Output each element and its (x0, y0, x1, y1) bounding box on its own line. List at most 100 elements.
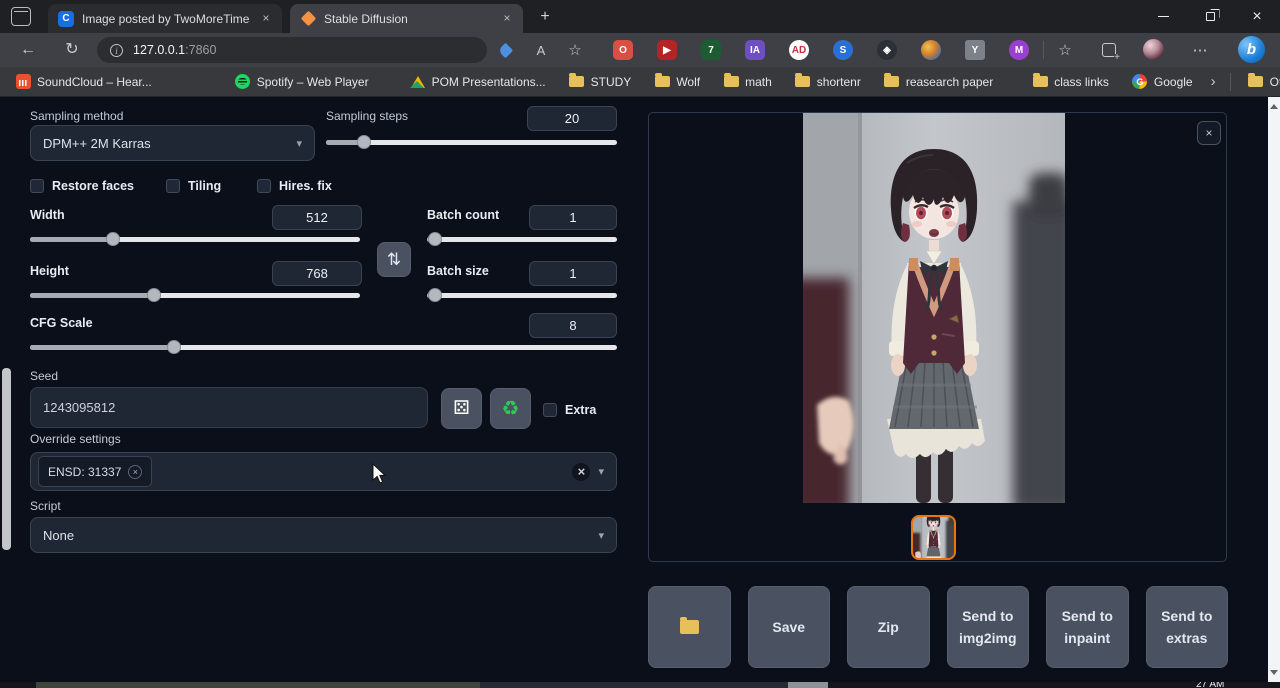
more-menu-icon[interactable]: ⋯ (1190, 40, 1210, 60)
sampling-method-select[interactable]: DPM++ 2M Karras ▾ (30, 125, 315, 161)
scroll-up-icon[interactable] (1268, 100, 1280, 113)
tab-image-posted[interactable]: C Image posted by TwoMoreTimes × (48, 4, 282, 33)
extension-icon-1[interactable]: O (613, 40, 633, 60)
minimize-icon (1158, 16, 1169, 17)
slider-thumb[interactable] (428, 288, 442, 302)
tab-actions-icon[interactable] (11, 7, 31, 26)
site-info-icon[interactable]: i (110, 44, 123, 57)
bing-icon[interactable]: b (1238, 36, 1265, 63)
chevron-down-icon: ▾ (296, 137, 302, 150)
zip-button[interactable]: Zip (847, 586, 930, 668)
close-window-button[interactable]: × (1234, 0, 1280, 33)
extension-icon-6[interactable]: S (833, 40, 853, 60)
send-to-extras-button[interactable]: Send to extras (1146, 586, 1229, 668)
clear-all-icon[interactable]: × (572, 463, 590, 481)
bookmark-research-paper[interactable]: reasearch paper (879, 72, 998, 92)
cfg-scale-slider[interactable] (30, 340, 617, 354)
seed-label: Seed (30, 369, 58, 383)
sampling-steps-slider[interactable] (326, 135, 617, 149)
restore-faces-checkbox[interactable] (30, 179, 44, 193)
slider-thumb[interactable] (147, 288, 161, 302)
batch-size-slider[interactable] (427, 288, 617, 302)
refresh-icon[interactable]: ↻ (61, 39, 83, 61)
slider-thumb[interactable] (357, 135, 371, 149)
gallery-thumbnail-selected[interactable] (911, 515, 956, 560)
send-to-inpaint-button[interactable]: Send to inpaint (1046, 586, 1129, 668)
slider-thumb[interactable] (106, 232, 120, 246)
hires-fix-checkbox[interactable] (257, 179, 271, 193)
minimize-button[interactable] (1140, 0, 1186, 33)
width-value[interactable]: 512 (272, 205, 362, 230)
tab-stable-diffusion[interactable]: Stable Diffusion × (290, 4, 523, 33)
page-scrollbar[interactable] (1268, 97, 1280, 682)
taskbar-sliver: 27 AM (0, 682, 1280, 688)
output-actions: Save Zip Send to img2img Send to inpaint… (648, 586, 1228, 668)
bookmark-spotify[interactable]: Spotify – Web Player (230, 72, 374, 92)
sampling-steps-value[interactable]: 20 (527, 106, 617, 131)
bookmark-pom[interactable]: POM Presentations... (405, 72, 551, 92)
scroll-down-icon[interactable] (1268, 666, 1280, 679)
extension-icon-9[interactable]: Y (965, 40, 985, 60)
extra-seed-checkbox[interactable] (543, 403, 557, 417)
open-folder-button[interactable] (648, 586, 731, 668)
extension-icon-2[interactable]: ▶ (657, 40, 677, 60)
extension-icon-7[interactable]: ◈ (877, 40, 897, 60)
batch-count-value[interactable]: 1 (529, 205, 617, 230)
close-image-button[interactable]: × (1197, 121, 1221, 145)
bookmarks-overflow-icon[interactable]: › (1211, 73, 1216, 90)
restore-button[interactable] (1187, 0, 1233, 33)
script-select[interactable]: None ▾ (30, 517, 617, 553)
slider-thumb[interactable] (167, 340, 181, 354)
favorites-star-icon[interactable]: ☆ (1055, 40, 1075, 60)
reuse-seed-button[interactable]: ♻ (490, 388, 531, 429)
favorite-add-icon[interactable]: ☆ (565, 40, 585, 60)
extension-icon-8[interactable] (921, 40, 941, 60)
tab-title: Image posted by TwoMoreTimes (82, 12, 250, 26)
height-slider[interactable] (30, 288, 360, 302)
save-button[interactable]: Save (748, 586, 831, 668)
price-tag-icon[interactable] (495, 40, 515, 60)
width-slider[interactable] (30, 232, 360, 246)
scrollbar-thumb[interactable] (2, 368, 11, 550)
extension-icon-3[interactable]: 7 (701, 40, 721, 60)
taskbar-clock: 27 AM (1196, 682, 1224, 688)
send-to-img2img-button[interactable]: Send to img2img (947, 586, 1030, 668)
chip-close-icon[interactable]: × (128, 465, 142, 479)
bookmark-soundcloud[interactable]: SoundCloud – Hear... (10, 72, 157, 92)
folder-icon (569, 74, 585, 90)
seed-input[interactable] (30, 387, 428, 428)
bookmark-google[interactable]: G Google (1127, 72, 1198, 92)
address-bar[interactable]: i 127.0.0.1:7860 (97, 37, 487, 63)
random-seed-button[interactable]: ⚄ (441, 388, 482, 429)
tab-close-icon[interactable]: × (258, 11, 274, 27)
extension-icon-10[interactable]: M (1009, 40, 1029, 60)
tab-close-icon[interactable]: × (499, 11, 515, 27)
batch-size-value[interactable]: 1 (529, 261, 617, 286)
bookmark-wolf[interactable]: Wolf (649, 72, 705, 92)
bookmark-math[interactable]: math (718, 72, 777, 92)
extension-icon-5[interactable]: AD (789, 40, 809, 60)
height-value[interactable]: 768 (272, 261, 362, 286)
slider-thumb[interactable] (428, 232, 442, 246)
mouse-cursor (372, 463, 388, 485)
thumbnail-image (913, 517, 954, 558)
batch-count-slider[interactable] (427, 232, 617, 246)
tiling-checkbox[interactable] (166, 179, 180, 193)
profile-avatar[interactable] (1143, 39, 1164, 60)
collections-icon[interactable] (1099, 40, 1119, 60)
back-icon[interactable]: ← (17, 39, 39, 61)
chevron-down-icon: ▾ (598, 465, 604, 478)
bookmark-class-links[interactable]: class links (1027, 72, 1114, 92)
override-chip[interactable]: ENSD: 31337 × (38, 456, 152, 487)
extension-icon-4[interactable]: IA (745, 40, 765, 60)
bookmark-study[interactable]: STUDY (564, 72, 637, 92)
generated-image[interactable] (803, 113, 1065, 503)
read-aloud-icon[interactable]: A (531, 40, 551, 60)
other-favorites[interactable]: Other favorites (1243, 72, 1280, 92)
swap-dimensions-button[interactable]: ⇅ (377, 242, 411, 277)
bookmark-shortenr[interactable]: shortenr (790, 72, 866, 92)
taskbar-segment (480, 682, 788, 688)
cfg-scale-value[interactable]: 8 (529, 313, 617, 338)
new-tab-button[interactable]: + (534, 6, 556, 28)
url-port: :7860 (185, 43, 216, 57)
